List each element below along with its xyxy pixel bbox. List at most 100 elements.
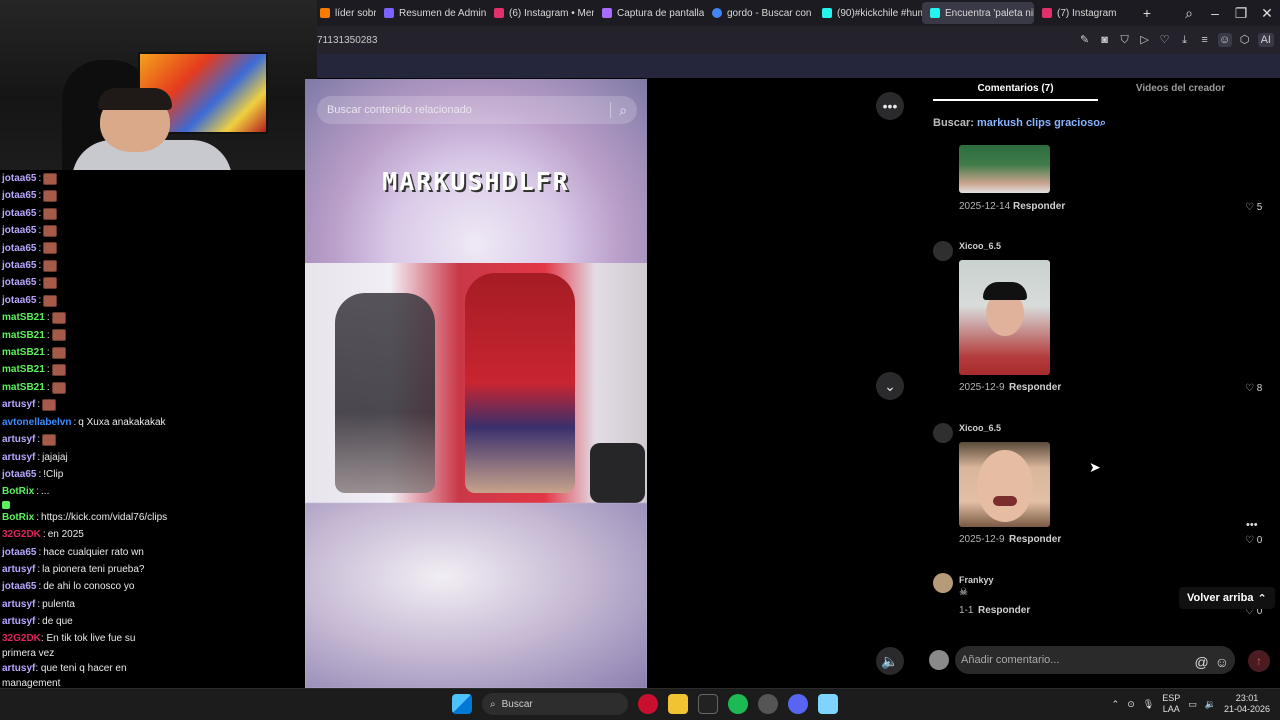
microphone-icon[interactable]: 🎙 bbox=[1143, 699, 1154, 710]
chat-username[interactable]: jotaa65 bbox=[2, 170, 36, 187]
windows-start-icon[interactable] bbox=[452, 694, 472, 714]
profile-icon[interactable]: ☺ bbox=[1217, 33, 1232, 47]
comment-more-icon[interactable]: ••• bbox=[1246, 519, 1258, 531]
new-tab-icon[interactable]: + bbox=[1134, 5, 1160, 21]
chat-username[interactable]: artusyf bbox=[2, 561, 35, 578]
chat-username[interactable]: 32G2DK bbox=[2, 633, 41, 644]
chat-username[interactable]: jotaa65 bbox=[2, 257, 36, 274]
opera-icon[interactable] bbox=[638, 694, 658, 714]
chat-username[interactable]: matSB21 bbox=[2, 344, 45, 361]
chat-username[interactable]: avtonellabelvn bbox=[2, 414, 71, 431]
extension-cube-icon[interactable]: ⬡ bbox=[1238, 33, 1252, 47]
next-video-chevron-icon[interactable]: ⌄ bbox=[876, 372, 904, 400]
play-icon[interactable]: ▷ bbox=[1138, 33, 1152, 47]
close-icon[interactable]: ✕ bbox=[1254, 5, 1280, 22]
volume-icon[interactable]: 🔈 bbox=[876, 647, 904, 675]
related-search-bar[interactable]: Buscar contenido relacionado ⌕ bbox=[317, 96, 637, 124]
taskbar-search[interactable]: ⌕ Buscar bbox=[482, 693, 628, 715]
search-tabs-icon[interactable]: ⌕ bbox=[1176, 5, 1202, 22]
comment-image[interactable] bbox=[959, 260, 1050, 375]
menu-icon[interactable]: ≡ bbox=[1198, 33, 1212, 47]
chevron-up-icon[interactable]: ⌃ bbox=[1112, 699, 1120, 710]
chat-username[interactable]: jotaa65 bbox=[2, 205, 36, 222]
discord-icon[interactable] bbox=[788, 694, 808, 714]
tab-1[interactable]: líder sobre la bbox=[312, 2, 376, 24]
chat-username[interactable]: jotaa65 bbox=[2, 544, 36, 561]
chat-username[interactable]: artusyf bbox=[2, 596, 35, 613]
chat-username[interactable]: jotaa65 bbox=[2, 187, 36, 204]
chat-username[interactable]: jotaa65 bbox=[2, 292, 36, 309]
chat-username[interactable]: artusyf bbox=[2, 396, 35, 413]
address-text[interactable]: 71131350283 bbox=[317, 35, 1078, 46]
tab-5[interactable]: gordo - Buscar con Goog bbox=[704, 2, 814, 24]
ai-button[interactable]: AI bbox=[1257, 33, 1274, 47]
chat-username[interactable]: artusyf bbox=[2, 613, 35, 630]
chat-username[interactable]: BotRix bbox=[2, 483, 34, 500]
chat-username[interactable]: matSB21 bbox=[2, 309, 45, 326]
shield-icon[interactable]: ⛉ bbox=[1118, 33, 1132, 47]
comment-username[interactable]: Frankyy bbox=[959, 575, 994, 585]
antivirus-icon[interactable]: ⊙ bbox=[1127, 699, 1135, 710]
reply-button[interactable]: Responder bbox=[1009, 534, 1061, 545]
chat-username[interactable]: matSB21 bbox=[2, 361, 45, 378]
file-explorer-icon[interactable] bbox=[668, 694, 688, 714]
language-indicator[interactable]: ESP LAA bbox=[1162, 693, 1180, 715]
network-icon[interactable]: ▭ bbox=[1188, 699, 1197, 710]
emoji-icon[interactable]: ☺ bbox=[1215, 654, 1229, 670]
camera-icon[interactable]: ◙ bbox=[1098, 33, 1112, 47]
clock[interactable]: 23:01 21-04-2026 bbox=[1224, 693, 1270, 715]
epic-games-icon[interactable] bbox=[698, 694, 718, 714]
chat-username[interactable]: artusyf bbox=[2, 663, 35, 674]
tab-creator-videos[interactable]: Videos del creador bbox=[1098, 79, 1263, 101]
like-count[interactable]: ♡ 0 bbox=[1245, 535, 1262, 546]
send-arrow-icon[interactable]: ↑ bbox=[1248, 650, 1270, 672]
minimize-icon[interactable]: – bbox=[1202, 5, 1228, 21]
chat-username[interactable]: jotaa65 bbox=[2, 466, 36, 483]
chat-username[interactable]: artusyf bbox=[2, 431, 35, 448]
tab-2[interactable]: Resumen de Administrac bbox=[376, 2, 486, 24]
tab-3[interactable]: (6) Instagram • Mensajes bbox=[486, 2, 594, 24]
avatar[interactable] bbox=[933, 423, 953, 443]
comment-username[interactable]: Xicoo_6.5 bbox=[959, 423, 1001, 433]
download-icon[interactable]: ⤓ bbox=[1178, 33, 1192, 47]
like-count[interactable]: ♡ 5 bbox=[1245, 202, 1262, 213]
chat-username[interactable]: 32G2DK bbox=[2, 526, 41, 543]
search-keyword-link[interactable]: markush clips gracioso bbox=[977, 117, 1100, 129]
chat-username[interactable]: jotaa65 bbox=[2, 222, 36, 239]
chat-username[interactable]: matSB21 bbox=[2, 379, 45, 396]
chat-username[interactable]: jotaa65 bbox=[2, 578, 36, 595]
tab-4[interactable]: Captura de pantalla por bbox=[594, 2, 704, 24]
comment-input[interactable]: Añadir comentario... @ ☺ bbox=[955, 646, 1235, 674]
maximize-icon[interactable]: ❐ bbox=[1228, 5, 1254, 22]
tab-8[interactable]: (7) Instagram bbox=[1034, 2, 1134, 24]
speaker-icon[interactable]: 🔉 bbox=[1205, 699, 1216, 710]
chat-username[interactable]: artusyf bbox=[2, 449, 35, 466]
back-to-top-button[interactable]: Volver arriba ⌃ bbox=[1179, 587, 1275, 609]
comment-image[interactable] bbox=[959, 442, 1050, 527]
chat-username[interactable]: matSB21 bbox=[2, 327, 45, 344]
comment-image[interactable] bbox=[959, 145, 1050, 193]
search-icon[interactable]: ⌕ bbox=[619, 102, 627, 119]
heart-icon[interactable]: ♡ bbox=[1158, 33, 1172, 47]
chat-username[interactable]: jotaa65 bbox=[2, 274, 36, 291]
tab-6[interactable]: (90)#kickchile #humor # bbox=[814, 2, 922, 24]
tab-7-active[interactable]: Encuentra 'paleta nik bbox=[922, 2, 1034, 24]
tab-comments[interactable]: Comentarios (7) bbox=[933, 79, 1098, 101]
comment-username[interactable]: Xicoo_6.5 bbox=[959, 241, 1001, 251]
spotify-icon[interactable] bbox=[728, 694, 748, 714]
user-avatar[interactable] bbox=[929, 650, 949, 670]
chat-username[interactable]: BotRix bbox=[2, 509, 34, 526]
mention-icon[interactable]: @ bbox=[1194, 654, 1208, 670]
reply-button[interactable]: Responder bbox=[1009, 382, 1061, 393]
edit-icon[interactable]: ✎ bbox=[1078, 33, 1092, 47]
video-player[interactable]: Buscar contenido relacionado ⌕ MARKUSHDL… bbox=[305, 79, 647, 688]
notepad-icon[interactable] bbox=[818, 694, 838, 714]
address-bar[interactable]: 71131350283 ✎ ◙ ⛉ ▷ ♡ ⤓ ≡ ☺ ⬡ AI bbox=[317, 26, 1280, 54]
steam-icon[interactable] bbox=[758, 694, 778, 714]
reply-button[interactable]: Responder bbox=[1013, 201, 1065, 212]
chat-username[interactable]: jotaa65 bbox=[2, 240, 36, 257]
reply-button[interactable]: Responder bbox=[978, 605, 1030, 616]
avatar[interactable] bbox=[933, 241, 953, 261]
avatar[interactable] bbox=[933, 573, 953, 593]
like-count[interactable]: ♡ 8 bbox=[1245, 383, 1262, 394]
